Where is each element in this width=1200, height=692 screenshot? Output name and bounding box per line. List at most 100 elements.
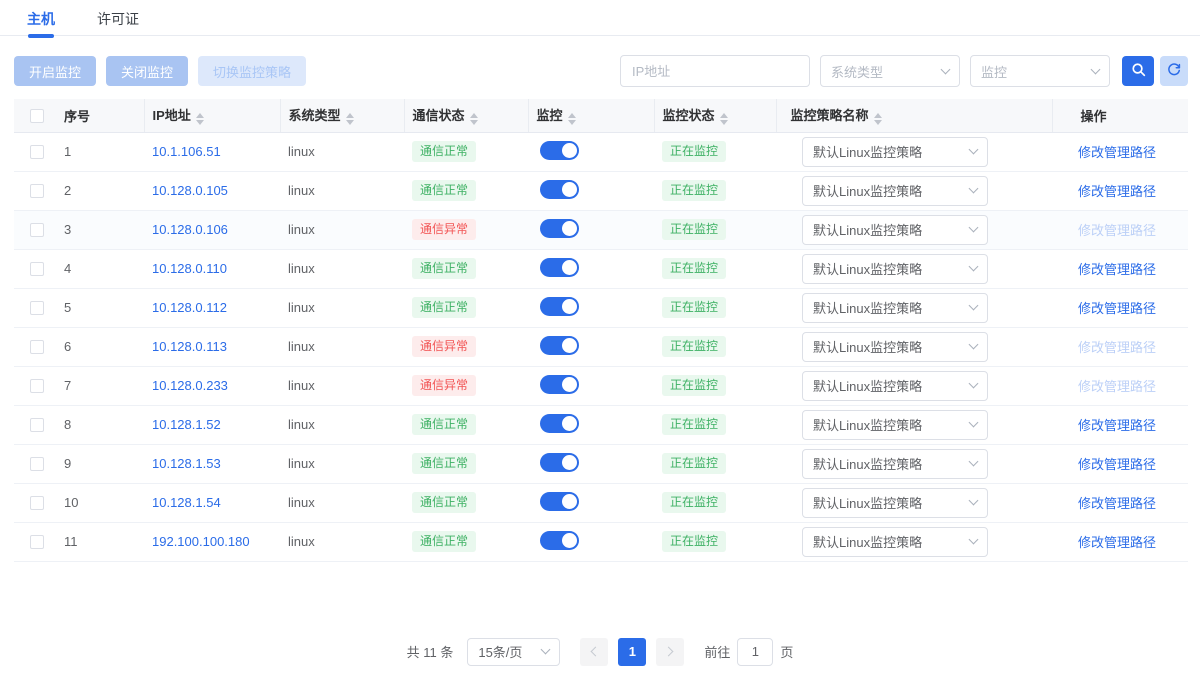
- ip-search-input[interactable]: [620, 55, 810, 87]
- ip-link[interactable]: 10.128.1.52: [152, 417, 221, 432]
- row-checkbox[interactable]: [30, 457, 44, 471]
- switch-policy-button[interactable]: 切换监控策略: [198, 56, 306, 86]
- monitor-toggle[interactable]: [540, 453, 579, 472]
- ip-link[interactable]: 10.128.0.106: [152, 222, 228, 237]
- goto-unit: 页: [780, 642, 793, 661]
- policy-select[interactable]: 默认Linux监控策略: [802, 332, 988, 362]
- modify-path-link[interactable]: 修改管理路径: [1078, 184, 1156, 199]
- monitor-toggle-cell: [528, 522, 654, 561]
- search-icon: [1131, 62, 1146, 80]
- column-header-comm[interactable]: 通信状态: [404, 99, 528, 132]
- modify-path-link[interactable]: 修改管理路径: [1078, 418, 1156, 433]
- ip-link[interactable]: 192.100.100.180: [152, 534, 250, 549]
- checkbox-cell: [14, 327, 56, 366]
- column-header-status[interactable]: 监控状态: [654, 99, 776, 132]
- modify-path-link[interactable]: 修改管理路径: [1078, 457, 1156, 472]
- ip-cell: 10.128.0.112: [144, 288, 280, 327]
- current-page-button[interactable]: 1: [618, 638, 646, 666]
- policy-select[interactable]: 默认Linux监控策略: [802, 254, 988, 284]
- monitor-toggle[interactable]: [540, 141, 579, 160]
- comm-status-badge: 通信异常: [412, 336, 476, 357]
- ip-link[interactable]: 10.128.0.105: [152, 183, 228, 198]
- modify-path-link[interactable]: 修改管理路径: [1078, 535, 1156, 550]
- monitor-select[interactable]: 监控: [970, 55, 1110, 87]
- table-row: 1010.128.1.54linux通信正常正在监控默认Linux监控策略修改管…: [14, 483, 1188, 522]
- serial-cell: 11: [56, 522, 144, 561]
- system-type-cell: linux: [280, 210, 404, 249]
- monitor-toggle[interactable]: [540, 180, 579, 199]
- row-checkbox[interactable]: [30, 535, 44, 549]
- row-checkbox[interactable]: [30, 418, 44, 432]
- column-header-policy[interactable]: 监控策略名称: [776, 99, 1052, 132]
- row-checkbox[interactable]: [30, 184, 44, 198]
- row-checkbox[interactable]: [30, 379, 44, 393]
- monitor-toggle[interactable]: [540, 414, 579, 433]
- policy-cell: 默认Linux监控策略: [776, 483, 1052, 522]
- monitor-toggle-cell: [528, 366, 654, 405]
- ip-link[interactable]: 10.128.0.113: [152, 339, 227, 354]
- search-button[interactable]: [1122, 56, 1154, 86]
- policy-select[interactable]: 默认Linux监控策略: [802, 215, 988, 245]
- policy-select[interactable]: 默认Linux监控策略: [802, 293, 988, 323]
- sort-icon[interactable]: [874, 113, 882, 125]
- row-checkbox[interactable]: [30, 145, 44, 159]
- column-header-monitor[interactable]: 监控: [528, 99, 654, 132]
- policy-select[interactable]: 默认Linux监控策略: [802, 449, 988, 479]
- tab-license[interactable]: 许可证: [95, 0, 141, 39]
- select-all-checkbox[interactable]: [30, 109, 44, 123]
- ip-link[interactable]: 10.128.0.110: [152, 261, 227, 276]
- ip-link[interactable]: 10.128.1.53: [152, 456, 221, 471]
- column-header-ip[interactable]: IP地址: [144, 99, 280, 132]
- policy-select[interactable]: 默认Linux监控策略: [802, 410, 988, 440]
- enable-monitor-button[interactable]: 开启监控: [14, 56, 96, 86]
- total-count: 共 11 条: [407, 642, 454, 661]
- page-size-select[interactable]: 15条/页: [467, 638, 560, 666]
- column-header-system[interactable]: 系统类型: [280, 99, 404, 132]
- row-checkbox[interactable]: [30, 301, 44, 315]
- monitor-toggle[interactable]: [540, 258, 579, 277]
- goto-page-input[interactable]: [737, 638, 773, 666]
- disable-monitor-button[interactable]: 关闭监控: [106, 56, 188, 86]
- sort-icon[interactable]: [568, 113, 576, 125]
- row-checkbox[interactable]: [30, 496, 44, 510]
- modify-path-link[interactable]: 修改管理路径: [1078, 262, 1156, 277]
- modify-path-link[interactable]: 修改管理路径: [1078, 301, 1156, 316]
- policy-select[interactable]: 默认Linux监控策略: [802, 527, 988, 557]
- monitor-toggle[interactable]: [540, 492, 579, 511]
- sort-icon[interactable]: [196, 113, 204, 125]
- row-checkbox[interactable]: [30, 340, 44, 354]
- ip-link[interactable]: 10.128.1.54: [152, 495, 221, 510]
- system-type-cell: linux: [280, 132, 404, 171]
- policy-select[interactable]: 默认Linux监控策略: [802, 137, 988, 167]
- checkbox-cell: [14, 132, 56, 171]
- sort-icon[interactable]: [470, 113, 478, 125]
- chevron-down-icon: [969, 379, 979, 389]
- comm-status-cell: 通信正常: [404, 288, 528, 327]
- monitor-toggle[interactable]: [540, 375, 579, 394]
- modify-path-link[interactable]: 修改管理路径: [1078, 145, 1156, 160]
- modify-path-link[interactable]: 修改管理路径: [1078, 496, 1156, 511]
- policy-select[interactable]: 默认Linux监控策略: [802, 488, 988, 518]
- monitor-toggle[interactable]: [540, 336, 579, 355]
- policy-select[interactable]: 默认Linux监控策略: [802, 371, 988, 401]
- system-type-select[interactable]: 系统类型: [820, 55, 960, 87]
- sort-icon[interactable]: [346, 113, 354, 125]
- monitor-toggle[interactable]: [540, 297, 579, 316]
- monitor-toggle[interactable]: [540, 219, 579, 238]
- refresh-button[interactable]: [1160, 56, 1188, 86]
- tab-hosts[interactable]: 主机: [25, 0, 57, 39]
- monitor-toggle[interactable]: [540, 531, 579, 550]
- table-row: 110.1.106.51linux通信正常正在监控默认Linux监控策略修改管理…: [14, 132, 1188, 171]
- ip-link[interactable]: 10.1.106.51: [152, 144, 221, 159]
- ip-cell: 10.128.0.233: [144, 366, 280, 405]
- ip-link[interactable]: 10.128.0.112: [152, 300, 227, 315]
- monitor-status-cell: 正在监控: [654, 405, 776, 444]
- row-checkbox[interactable]: [30, 223, 44, 237]
- ip-link[interactable]: 10.128.0.233: [152, 378, 228, 393]
- next-page-button[interactable]: [656, 638, 684, 666]
- policy-select[interactable]: 默认Linux监控策略: [802, 176, 988, 206]
- toolbar-actions: 开启监控 关闭监控 切换监控策略: [14, 56, 306, 86]
- prev-page-button[interactable]: [580, 638, 608, 666]
- row-checkbox[interactable]: [30, 262, 44, 276]
- sort-icon[interactable]: [720, 113, 728, 125]
